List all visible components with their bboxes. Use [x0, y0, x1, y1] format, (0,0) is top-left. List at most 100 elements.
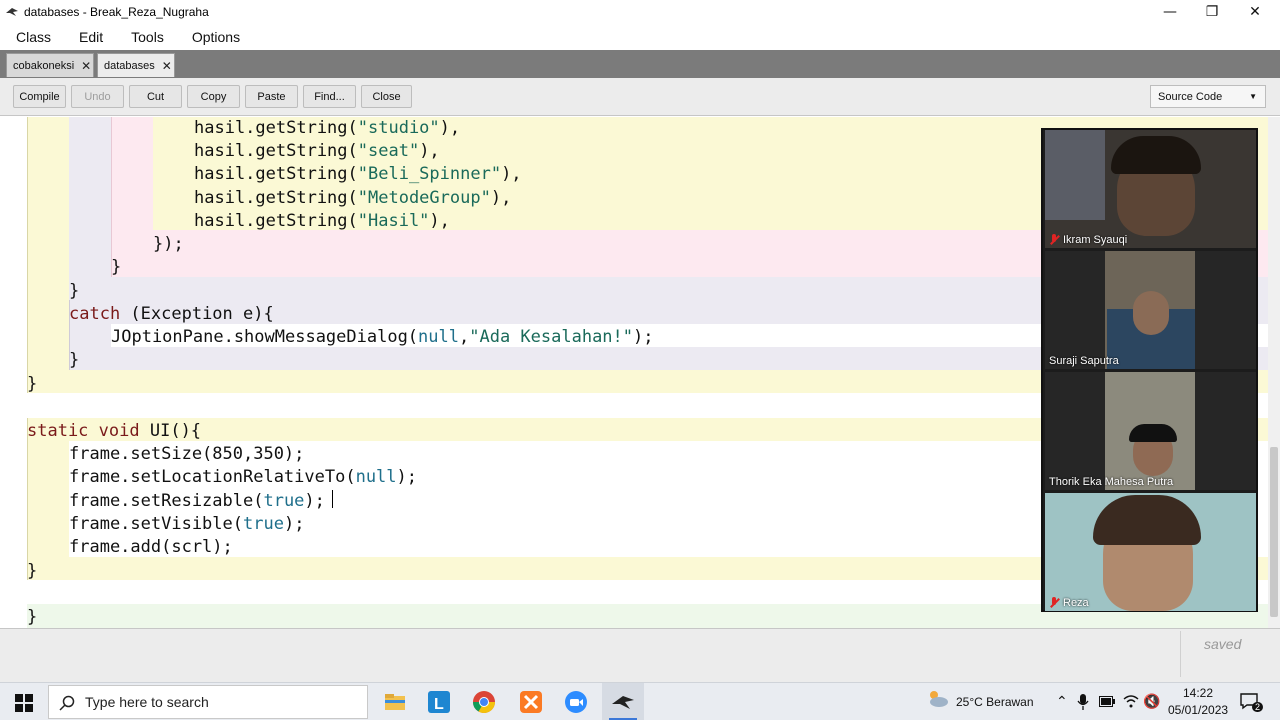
source-view-select[interactable]: Source Code ▼ — [1150, 85, 1266, 108]
text-caret — [332, 490, 333, 508]
code-line: hasil.getString("Beli_Spinner"), — [194, 163, 522, 186]
code-token: hasil.getString( — [194, 211, 358, 231]
code-token: "MetodeGroup" — [357, 188, 491, 208]
code-token: ), — [439, 118, 461, 138]
code-line: } — [69, 280, 79, 303]
wifi-icon[interactable] — [1123, 694, 1139, 708]
code-token: frame.setVisible( — [69, 514, 243, 534]
code-token: frame.setResizable( — [69, 491, 264, 511]
clock-time[interactable]: 14:22 — [1183, 686, 1213, 700]
mic-muted-icon — [1049, 597, 1059, 609]
code-token: } — [27, 607, 38, 627]
close-button[interactable]: Close — [361, 85, 412, 108]
taskbar-search-box[interactable]: Type here to search — [48, 685, 368, 719]
file-explorer-icon[interactable] — [381, 688, 409, 716]
lark-app-icon[interactable]: L — [425, 688, 453, 716]
tab-label: databases — [104, 59, 155, 72]
copy-button[interactable]: Copy — [187, 85, 240, 108]
code-line: } — [27, 373, 37, 396]
paste-button[interactable]: Paste — [245, 85, 298, 108]
code-token: ), — [419, 141, 440, 161]
compile-button[interactable]: Compile — [13, 85, 66, 108]
minimize-button[interactable]: — — [1148, 0, 1192, 24]
close-window-button[interactable]: ✕ — [1233, 0, 1277, 24]
code-token: ); — [633, 327, 654, 347]
participant-tile-ikram[interactable]: Ikram Syauqi — [1045, 130, 1256, 248]
restore-button[interactable]: ❐ — [1190, 0, 1234, 24]
code-line: catch (Exception e){ — [69, 303, 274, 326]
code-token: hasil.getString( — [194, 188, 358, 208]
volume-muted-icon[interactable]: 🔇 — [1143, 693, 1160, 710]
code-line: static void UI(){ — [27, 420, 201, 443]
code-token: "studio" — [357, 118, 440, 138]
code-token: , — [459, 327, 470, 347]
tab-cobakoneksi[interactable]: cobakoneksi ✕ — [6, 53, 94, 77]
code-token: frame.setSize(850,350); — [69, 444, 305, 464]
code-token: true — [263, 491, 305, 511]
cut-button[interactable]: Cut — [129, 85, 182, 108]
search-icon — [59, 695, 75, 711]
code-token: UI(){ — [139, 421, 202, 441]
participant-tile-reza[interactable]: Reza — [1045, 493, 1256, 611]
code-line: hasil.getString("MetodeGroup"), — [194, 187, 511, 210]
code-token: frame.setLocationRelativeTo( — [69, 467, 356, 487]
saved-status: saved — [1204, 636, 1242, 652]
code-token: ); — [304, 491, 325, 511]
tab-label: cobakoneksi — [13, 59, 75, 72]
windows-start-icon[interactable] — [15, 694, 33, 712]
code-line: frame.setVisible(true); — [69, 513, 304, 536]
code-token: static — [27, 421, 89, 441]
mic-muted-icon — [1049, 234, 1059, 246]
find-button[interactable]: Find... — [303, 85, 356, 108]
code-token: "Hasil" — [357, 211, 430, 231]
bluej-taskbar-icon[interactable] — [609, 688, 637, 716]
close-tab-icon[interactable]: ✕ — [162, 59, 172, 73]
chrome-icon[interactable] — [470, 688, 498, 716]
participant-name: Thorik Eka Mahesa Putra — [1049, 476, 1174, 488]
code-line: frame.setResizable(true); — [69, 490, 325, 513]
code-line: hasil.getString("Hasil"), — [194, 210, 450, 233]
chevron-up-icon[interactable]: ⌃ — [1056, 693, 1068, 710]
code-token: hasil.getString( — [194, 141, 358, 161]
code-token: } — [27, 374, 38, 394]
code-token: ), — [429, 211, 450, 231]
svg-text:L: L — [434, 696, 444, 713]
close-tab-icon[interactable]: ✕ — [81, 59, 91, 73]
participant-video — [1133, 291, 1169, 335]
search-placeholder: Type here to search — [85, 694, 209, 710]
code-token: "Beli_Spinner" — [357, 164, 502, 184]
scrollbar-thumb[interactable] — [1270, 447, 1278, 617]
zoom-icon[interactable] — [562, 688, 590, 716]
menu-tools[interactable]: Tools — [127, 27, 168, 47]
code-token: } — [69, 350, 80, 370]
participant-name: Ikram Syauqi — [1063, 234, 1128, 246]
weather-text[interactable]: 25°C Berawan — [956, 695, 1034, 709]
vertical-scrollbar[interactable] — [1268, 117, 1280, 628]
clock-date[interactable]: 05/01/2023 — [1168, 703, 1228, 717]
microphone-icon[interactable] — [1077, 694, 1089, 710]
menu-class[interactable]: Class — [12, 27, 55, 47]
menu-edit[interactable]: Edit — [75, 27, 107, 47]
code-token: ); — [396, 467, 418, 487]
code-line: hasil.getString("seat"), — [194, 140, 440, 163]
windows-taskbar: Type here to search L 25°C Berawan ⌃ 🔇 1… — [0, 682, 1280, 720]
undo-button[interactable]: Undo — [71, 85, 124, 108]
xampp-icon[interactable] — [517, 688, 545, 716]
video-call-panel[interactable]: Ikram Syauqi Suraji Saputra Thorik Eka M… — [1041, 128, 1258, 612]
code-token: frame.add(scrl); — [69, 537, 233, 557]
menu-options[interactable]: Options — [188, 27, 244, 47]
notification-count-badge: 2 — [1252, 702, 1264, 712]
participant-tile-thorik[interactable]: Thorik Eka Mahesa Putra — [1045, 372, 1256, 490]
participant-name: Suraji Saputra — [1049, 355, 1119, 367]
participant-tile-suraji[interactable]: Suraji Saputra — [1045, 251, 1256, 369]
tab-databases[interactable]: databases ✕ — [97, 53, 175, 77]
battery-icon[interactable] — [1099, 696, 1115, 707]
code-token: "Ada Kesalahan!" — [469, 327, 634, 347]
weather-cloud-icon[interactable] — [926, 689, 950, 709]
code-token: JOptionPane.showMessageDialog( — [111, 327, 419, 347]
code-token: ), — [501, 164, 522, 184]
code-line: JOptionPane.showMessageDialog(null,"Ada … — [111, 326, 654, 349]
code-line: }); — [153, 233, 184, 256]
code-line: frame.setLocationRelativeTo(null); — [69, 466, 417, 489]
code-line: } — [111, 256, 121, 279]
